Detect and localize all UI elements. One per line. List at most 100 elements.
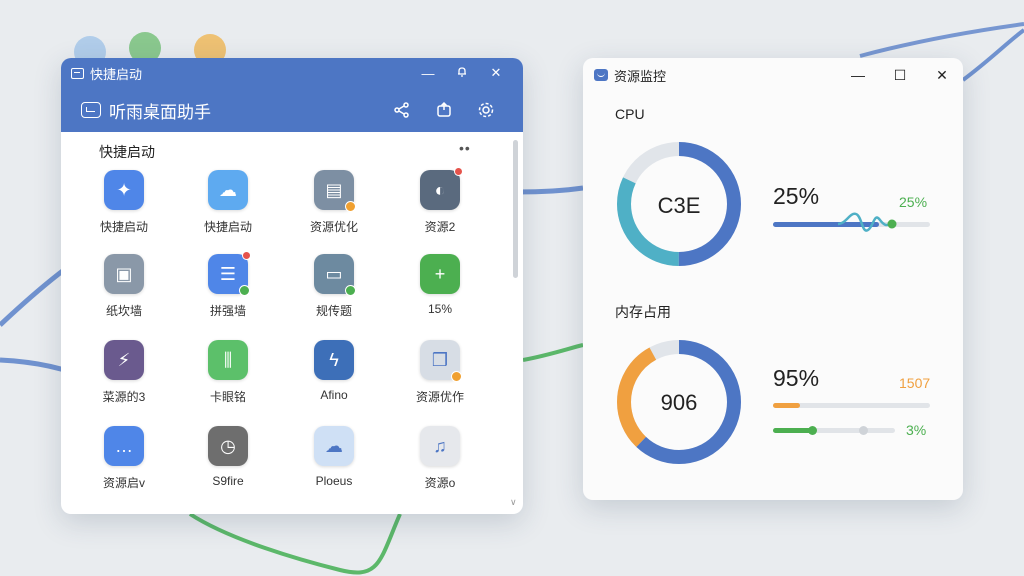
app-tile[interactable]: ◷ S9fire bbox=[185, 426, 271, 506]
assistant-icon bbox=[81, 102, 101, 118]
status-badge bbox=[451, 371, 462, 382]
scrollbar-thumb[interactable] bbox=[513, 140, 518, 278]
cloud-icon: ☁ bbox=[208, 170, 248, 210]
export-icon bbox=[437, 101, 451, 117]
app-tile[interactable]: … 资源启v bbox=[81, 426, 167, 506]
app-glyph: ⫼ bbox=[223, 350, 233, 370]
maximize-button[interactable]: ☐ bbox=[879, 67, 921, 84]
app-label: 15% bbox=[427, 302, 453, 316]
minimize-button[interactable]: — bbox=[411, 66, 445, 81]
export-button[interactable] bbox=[423, 96, 465, 124]
app-glyph: ◐ bbox=[434, 180, 446, 200]
notification-dot bbox=[454, 167, 463, 176]
app-label: 菜源的3 bbox=[102, 390, 146, 404]
app-glyph: ◷ bbox=[220, 436, 236, 456]
app-label: 纸坎墙 bbox=[105, 304, 142, 318]
app-glyph: ♫ bbox=[433, 436, 447, 456]
app-glyph: ✦ bbox=[116, 180, 132, 200]
app-label: 卡眼铭 bbox=[209, 390, 246, 404]
memory-bar-fill bbox=[773, 403, 800, 408]
app-tile[interactable]: ⫼ 卡眼铭 bbox=[185, 340, 271, 420]
app-glyph: ▭ bbox=[325, 264, 343, 284]
memory-center-value: 906 bbox=[660, 390, 698, 415]
app-label: S9fire bbox=[212, 474, 244, 488]
app-tile[interactable]: ♫ 资源o bbox=[397, 426, 483, 506]
app-title: 听雨桌面助手 bbox=[109, 102, 211, 122]
app-tile[interactable]: ☰ 拼强墙 bbox=[185, 251, 271, 334]
launcher-window: 快捷启动 — ✕ 听雨桌面助手 快捷启动 •• ∨ ✦ 快捷启动 ☁ 快捷启动 ▤ 资源优… bbox=[61, 58, 523, 514]
app-tile[interactable]: ✦ 快捷启动 bbox=[81, 170, 167, 250]
monitor-titlebar: 资源监控 — ☐ ✕ bbox=[583, 58, 963, 92]
plus-icon: + bbox=[420, 254, 460, 294]
app-glyph: + bbox=[434, 264, 446, 284]
app-tile[interactable]: ▭ 规传题 bbox=[291, 254, 377, 334]
equalizer-icon: ⫼ bbox=[208, 340, 248, 380]
music-icon: ♫ bbox=[420, 426, 460, 466]
chat-icon: … bbox=[104, 426, 144, 466]
launcher-body: 快捷启动 •• ∨ ✦ 快捷启动 ☁ 快捷启动 ▤ 资源优化 ◐ 资源2 ▣ 纸坎墙 ☰ 拼强墙 ▭ 规传… bbox=[61, 132, 523, 514]
memory-slider-knob[interactable] bbox=[808, 426, 818, 435]
app-label: Afino bbox=[320, 388, 348, 402]
app-glyph: ▣ bbox=[115, 264, 133, 284]
share-icon bbox=[394, 102, 409, 118]
pin-button[interactable] bbox=[445, 66, 479, 81]
app-glyph: ϟ bbox=[329, 350, 339, 370]
window-icon bbox=[71, 67, 84, 79]
cpu-label: CPU bbox=[615, 106, 645, 122]
app-label: 快捷启动 bbox=[99, 220, 148, 234]
app-tile[interactable]: +15% bbox=[397, 254, 483, 334]
cloud-app-icon: ☁ bbox=[314, 426, 354, 466]
bell-icon bbox=[458, 66, 466, 77]
memory-label: 内存占用 bbox=[615, 304, 671, 320]
minimize-button[interactable]: — bbox=[837, 67, 879, 83]
cube-icon: ❒ bbox=[420, 340, 462, 382]
scroll-down-icon[interactable]: ∨ bbox=[510, 497, 517, 508]
memory-percent: 95% bbox=[773, 365, 820, 391]
app-tile[interactable]: ◐ 资源2 bbox=[397, 167, 483, 250]
app-glyph: ☁ bbox=[219, 180, 237, 200]
more-options-button[interactable]: •• bbox=[459, 140, 471, 156]
briefcase-icon: ▣ bbox=[104, 254, 144, 294]
monitor-icon bbox=[594, 69, 608, 81]
app-glyph: ▤ bbox=[325, 180, 343, 200]
inbox-icon: ▭ bbox=[314, 254, 356, 296]
app-tile[interactable]: ϟ Afino bbox=[291, 340, 377, 420]
app-glyph: ☁ bbox=[325, 436, 343, 456]
section-title: 快捷启动 bbox=[99, 144, 155, 160]
app-label: 拼强墙 bbox=[209, 304, 246, 318]
app-label: Ploeus bbox=[315, 474, 353, 488]
app-glyph: ⚡ bbox=[117, 350, 131, 370]
app-tile[interactable]: ▤ 资源优化 bbox=[291, 170, 377, 250]
status-badge bbox=[345, 201, 356, 212]
memory-bar bbox=[773, 403, 930, 408]
document-icon: ☰ bbox=[208, 251, 251, 296]
app-tile[interactable]: ☁ Ploeus bbox=[291, 426, 377, 506]
status-badge bbox=[239, 285, 250, 296]
close-button[interactable]: ✕ bbox=[479, 65, 513, 81]
gear-icon bbox=[478, 102, 494, 118]
cpu-wave bbox=[838, 212, 897, 232]
app-label: 资源2 bbox=[424, 220, 456, 234]
cpu-center-value: C3E bbox=[657, 193, 701, 218]
memory-bar-secondary bbox=[773, 426, 895, 435]
monitor-window: 资源监控 — ☐ ✕ CPU C3E 25% 25% 内存占用 906 95% … bbox=[583, 58, 963, 500]
monitor-window-title: 资源监控 bbox=[614, 68, 667, 84]
bolt-icon: ϟ bbox=[314, 340, 354, 380]
app-glyph: ☰ bbox=[219, 264, 237, 284]
cpu-percent-small: 25% bbox=[899, 194, 928, 210]
share-button[interactable] bbox=[381, 96, 423, 124]
app-tile[interactable]: ❒ 资源优作 bbox=[397, 340, 483, 420]
app-tile[interactable]: ☁ 快捷启动 bbox=[185, 170, 271, 250]
app-tile[interactable]: ▣ 纸坎墙 bbox=[81, 254, 167, 334]
memory-slider-knob-secondary[interactable] bbox=[859, 426, 868, 435]
app-tile[interactable]: ⚡ 菜源的3 bbox=[81, 340, 167, 420]
status-badge bbox=[345, 285, 356, 296]
app-label: 规传题 bbox=[315, 304, 352, 318]
cpu-percent: 25% bbox=[773, 183, 820, 209]
close-button[interactable]: ✕ bbox=[921, 67, 963, 84]
notification-dot bbox=[242, 251, 251, 260]
settings-button[interactable] bbox=[465, 96, 507, 124]
app-label: 资源启v bbox=[102, 476, 145, 490]
app-label: 资源优化 bbox=[309, 220, 358, 234]
app-label: 资源o bbox=[424, 476, 456, 490]
